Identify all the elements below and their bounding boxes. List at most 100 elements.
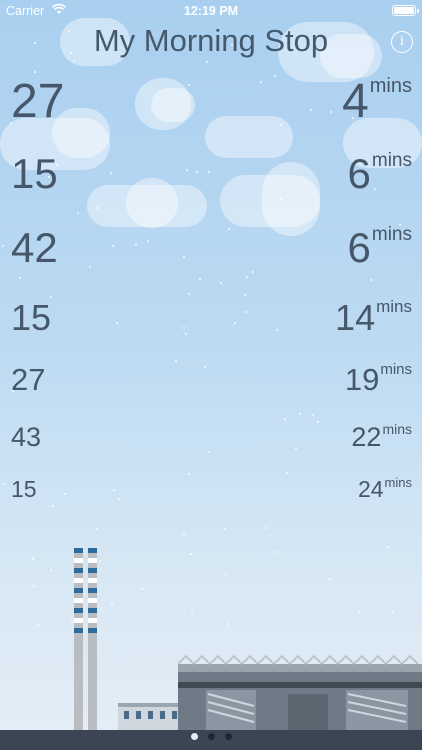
snowflake [196,171,198,173]
snowflake [141,588,143,590]
snowflake [190,553,192,555]
cloud [126,178,178,228]
chimney-stripe [88,618,97,623]
snowflake [37,624,39,626]
arrival-time: 24mins [358,475,412,501]
snowflake [188,473,190,475]
minutes-unit: mins [382,421,412,437]
info-button[interactable]: i [391,31,413,53]
snowflake [188,293,190,295]
chimney-stripe [74,628,83,633]
chimney-stripe [74,568,83,573]
snowflake [175,360,177,362]
minutes-value: 6 [347,224,371,271]
snowflake [265,527,267,529]
snowflake [312,414,314,416]
chimney-stripe [88,608,97,613]
chimney-stripe [74,588,83,593]
snowflake [50,569,52,571]
snowflake [32,558,34,560]
snowflake [191,610,193,612]
chimney-stripe [74,608,83,613]
snowflake [168,95,170,97]
snowflake [112,245,114,247]
snowflake [183,533,185,535]
chimney-right [88,548,97,730]
info-icon: i [399,33,405,49]
snowflake [284,418,286,420]
snowflake [73,60,75,62]
snowflake [199,278,201,280]
snowflake [135,244,137,246]
minutes-unit: mins [384,475,412,490]
snowflake [392,611,394,613]
snowflake [147,240,149,242]
snowflake [204,366,206,368]
stadium-illustration [178,654,422,732]
snowflake [274,75,276,77]
clock-time: 12:19 PM [183,4,239,18]
snowflake [225,573,227,575]
snowflake [276,329,278,331]
snowflake [183,327,185,329]
chimney-stripe [88,628,97,633]
snowflake [96,207,98,209]
snowflake [206,61,208,63]
cloud [205,116,293,158]
chimney-stripe [88,558,97,563]
snowflake [33,585,35,587]
chimney-left [74,548,83,730]
minutes-value: 22 [351,422,382,452]
page-dot[interactable] [207,733,215,740]
page-dot[interactable] [190,733,198,740]
snowflake [96,528,98,530]
snowflake [188,84,190,86]
minutes-value: 19 [344,362,380,397]
cloud [151,88,195,122]
arrival-time: 6mins [347,224,412,271]
snowflake [228,228,230,230]
snowflake [77,212,79,214]
snowflake [234,322,236,324]
snowflake [183,256,185,258]
minutes-value: 6 [347,150,371,197]
chimney-stripe [88,588,97,593]
arrival-time: 14mins [335,298,412,336]
snowflake [110,172,112,174]
snowflake [387,546,389,548]
chimney-stripe [74,558,83,563]
snowflake [330,111,332,113]
snowflake [245,311,247,313]
snowflake [358,611,360,613]
snowflake [71,621,73,623]
page-dot[interactable] [224,733,232,740]
snowflake [295,448,297,450]
snowflake [220,282,222,284]
chimney-stripe [88,578,97,583]
route-number: 15 [11,297,52,338]
chimney-stripe [74,598,83,603]
battery-icon [392,5,419,16]
snowflake [246,276,248,278]
snowflake [224,528,226,530]
page-indicator[interactable] [0,727,422,745]
chimney-stripe [74,548,83,553]
snowflake [244,294,246,296]
snowflake [252,271,254,273]
minutes-unit: mins [380,361,412,378]
chimney-stripe [88,548,97,553]
status-bar: Carrier 12:19 PM [0,0,422,22]
snowflake [111,603,113,605]
snowflake [370,279,372,281]
snowflake [227,623,229,625]
snowflake [317,421,319,423]
chimney-stripe [74,578,83,583]
snowflake [99,560,101,562]
arrival-time: 6mins [347,150,412,197]
battery-level [394,7,414,14]
route-number: 42 [11,224,58,271]
snowflake [113,489,115,491]
snowflake [208,171,210,173]
minutes-value: 4 [342,75,369,128]
cloud [262,162,320,236]
